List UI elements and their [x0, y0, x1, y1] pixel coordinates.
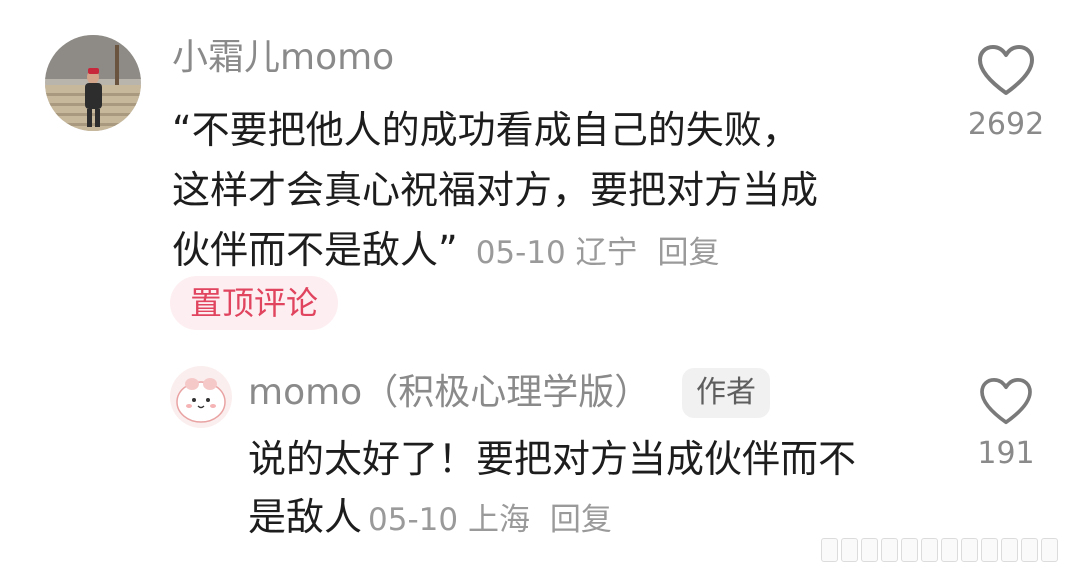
comment-line: 这样才会真心祝福对方，要把对方当成: [172, 168, 819, 212]
reply-to-reply-button[interactable]: 回复: [550, 502, 612, 538]
user-avatar[interactable]: [45, 35, 141, 131]
heart-outline-icon: [980, 378, 1032, 425]
watermark-cell: [881, 538, 898, 562]
watermark-cell: [821, 538, 838, 562]
like-count: 2692: [967, 107, 1045, 142]
watermark-cell: [961, 538, 978, 562]
like-button[interactable]: 2692: [946, 45, 1066, 143]
comment-line: 伙伴而不是敌人” 05-10 辽宁 回复: [172, 220, 942, 283]
watermark-cell: [901, 538, 918, 562]
reply-line: 说的太好了！要把对方当成伙伴而不: [248, 437, 857, 481]
reply-line-text: 是敌人: [248, 495, 363, 539]
heart-outline-icon: [978, 45, 1034, 95]
comment-location: 辽宁: [575, 235, 638, 271]
comment-line-text: 伙伴而不是敌人”: [172, 228, 458, 272]
watermark-cell: [841, 538, 858, 562]
author-badge: 作者: [682, 368, 770, 418]
reply-like-button[interactable]: 191: [946, 378, 1066, 472]
reply-button[interactable]: 回复: [658, 235, 720, 271]
watermark-cell: [861, 538, 878, 562]
watermark-cell: [981, 538, 998, 562]
watermark-cell: [1021, 538, 1038, 562]
comment-meta: 05-10 辽宁 回复: [476, 235, 720, 271]
reply-meta: 05-10 上海 回复: [368, 502, 612, 538]
comment-date: 05-10: [475, 235, 566, 271]
watermark-cell: [1041, 538, 1058, 562]
avatar-cartoon: [170, 366, 232, 428]
reply-username[interactable]: momo（积极心理学版）: [248, 370, 650, 416]
comment-username[interactable]: 小霜儿momo: [172, 36, 394, 80]
reply-text: 说的太好了！要把对方当成伙伴而不 是敌人 05-10 上海 回复: [248, 430, 938, 549]
reply-date: 05-10: [368, 502, 459, 538]
comment-text: “不要把他人的成功看成自己的失败， 这样才会真心祝福对方，要把对方当成 伙伴而不…: [172, 100, 942, 283]
reply-like-count: 191: [977, 436, 1035, 471]
watermark-cell: [921, 538, 938, 562]
reply-location: 上海: [467, 502, 530, 538]
watermark-cell: [941, 538, 958, 562]
author-avatar[interactable]: [170, 366, 232, 428]
avatar-photo: [45, 35, 141, 131]
watermark-cell: [1001, 538, 1018, 562]
watermark: [821, 537, 1058, 563]
comment-line: “不要把他人的成功看成自己的失败，: [172, 108, 800, 152]
pinned-comment-badge: 置顶评论: [170, 276, 339, 330]
